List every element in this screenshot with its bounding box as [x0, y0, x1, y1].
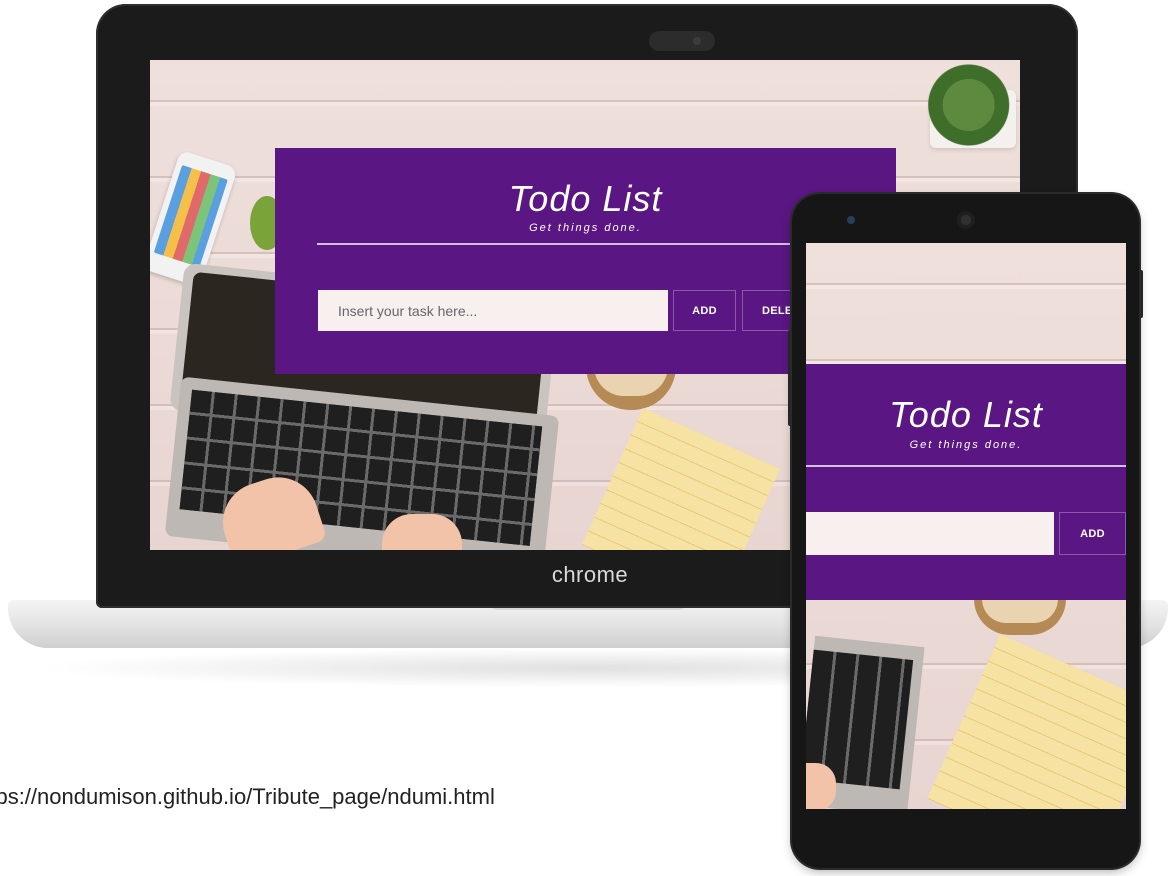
- app-subtitle: Get things done.: [909, 439, 1023, 451]
- notepad-image: [581, 407, 781, 550]
- phone-speaker-icon: [957, 211, 975, 229]
- coffee-mug-image: [974, 599, 1066, 635]
- caption-url: https://nondumison.github.io/Tribute_pag…: [0, 784, 740, 810]
- task-input[interactable]: [806, 512, 1054, 555]
- title-divider: [806, 465, 1126, 467]
- title-divider: [317, 243, 857, 245]
- laptop-camera-icon: [649, 31, 715, 51]
- hand-image: [806, 763, 836, 809]
- notepad-image: [927, 634, 1126, 809]
- phone-camera-icon: [847, 216, 855, 224]
- succulent-plant-image: [906, 60, 1020, 160]
- add-button[interactable]: ADD: [1059, 512, 1126, 555]
- laptop-brand-label: chrome: [551, 562, 629, 587]
- todo-panel-mobile: Todo List Get things done. ADD: [806, 364, 1126, 600]
- phone-screen: Todo List Get things done. ADD: [806, 243, 1126, 809]
- hand-right-image: [382, 514, 462, 550]
- app-title: Todo List: [889, 394, 1043, 435]
- caption-url-text: https://nondumison.github.io/Tribute_pag…: [0, 784, 495, 809]
- task-input[interactable]: [318, 290, 668, 331]
- add-button[interactable]: ADD: [673, 290, 736, 331]
